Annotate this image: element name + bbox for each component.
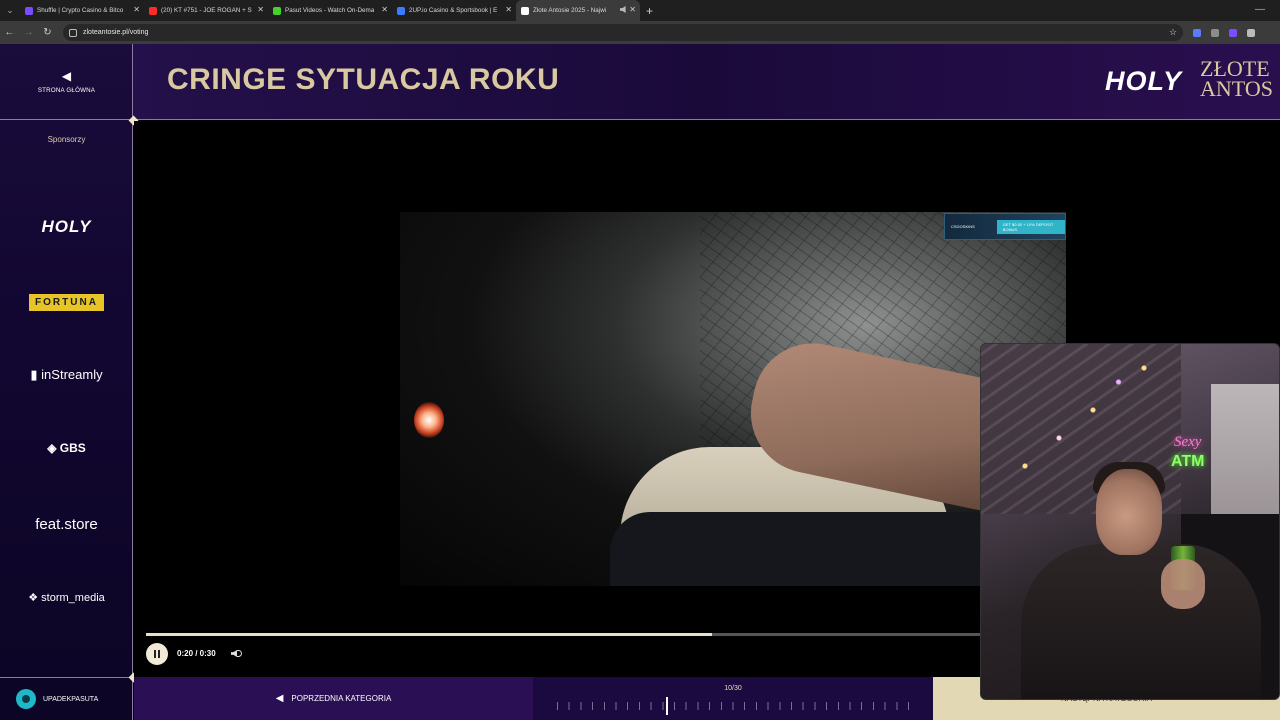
extension-shield-icon[interactable] [1193,28,1201,37]
tab-search-button[interactable]: ⌄ [0,0,20,21]
tab-title: Złote Antosie 2025 - Najwi [533,7,607,14]
site-info-icon[interactable] [69,28,77,37]
extensions-puzzle-icon[interactable] [1247,28,1255,37]
forward-button[interactable]: → [19,27,38,38]
back-button[interactable]: ← [0,27,19,38]
browser-tab[interactable]: Pasut Videos - Watch On-Dema ✕ [268,0,392,21]
category-progress: 10/30 [533,677,933,720]
close-tab-icon[interactable]: ✕ [257,5,264,14]
tab-favicon-icon [521,6,529,15]
username: UPADEKPASUTA [43,695,99,703]
video-progress-fill [146,633,713,636]
category-counter: 10/30 [724,685,742,692]
bookmark-star-icon[interactable]: ☆ [1169,27,1177,38]
sponsor-instreamly-text: inStreamly [41,367,103,382]
gbs-diamond-icon: ◈ [47,441,60,455]
user-profile[interactable]: UPADEKPASUTA [0,677,133,720]
webcam-neon-sign: Sexy ATM [1171,432,1204,472]
tab-favicon-icon [25,6,33,15]
webcam-person-head [1096,469,1162,555]
holy-logo: HOLY [1105,66,1182,96]
zlote-antosie-logo: ZŁOTE ANTOS [1200,58,1273,101]
category-header: CRINGE SYTUACJA ROKU HOLY ZŁOTE ANTOS [133,44,1280,120]
browser-tab[interactable]: (20) KT #751 - JOE ROGAN + S ✕ [144,0,268,21]
neon-line-2: ATM [1171,453,1205,470]
tab-favicon-icon [273,6,281,15]
minimize-window-button[interactable]: — [1255,4,1265,15]
webcam-person-torso [1021,544,1261,699]
sponsor-gbs-text: GBS [59,441,86,455]
browser-tab[interactable]: Shuffle | Crypto Casino & Bitco ✕ [20,0,144,21]
sponsor-holy-logo[interactable]: HOLY [0,217,133,237]
sponsors-heading: Sponsorzy [47,135,86,144]
tab-title: Shuffle | Crypto Casino & Bitco [37,7,124,14]
previous-category-button[interactable]: ◀ POPRZEDNIA KATEGORIA [134,677,533,720]
close-tab-icon[interactable]: ✕ [133,5,140,14]
url-text: zloteantosie.pl/voting [83,29,149,36]
tab-favicon-icon [149,6,157,15]
browser-tab[interactable]: Złote Antosie 2025 - Najwi ✕ [516,0,640,21]
browser-tab[interactable]: 2UP.io Casino & Sportsbook | E ✕ [392,0,516,21]
video-frame [400,212,1066,586]
ad-cta: GET $0.50 + 10% DEPOSIT BONUS [996,219,1065,234]
sponsor-fortuna-logo[interactable]: FORTUNA [0,292,133,311]
tab-favicon-icon [397,6,405,15]
streamer-webcam: Sexy ATM [980,343,1280,700]
avatar [16,689,36,709]
tab-strip: Shuffle | Crypto Casino & Bitco ✕ (20) KT … [20,0,640,21]
instreamly-mark-icon: ▮ [30,367,42,382]
video-light-source [414,402,444,438]
webcam-person-hand [1161,559,1205,609]
current-category-marker [666,697,669,715]
close-tab-icon[interactable]: ✕ [381,5,388,14]
video-progress-bar[interactable] [146,633,991,636]
category-ticks [557,702,909,710]
video-ad-banner[interactable]: CSGOSKINS GET $0.50 + 10% DEPOSIT BONUS [944,213,1066,240]
reload-button[interactable]: ↻ [38,27,57,38]
tab-audio-icon[interactable] [620,6,626,13]
new-tab-button[interactable]: + [646,4,653,18]
zlote-logo-line2: ANTOS [1200,76,1273,101]
tab-title: Pasut Videos - Watch On-Dema [285,7,375,14]
volume-icon[interactable] [231,649,242,658]
pause-button[interactable] [146,643,168,665]
ad-brand: CSGOSKINS [951,224,975,229]
sponsor-featstore-logo[interactable]: feat.store [0,516,133,533]
home-label: STRONA GŁÓWNA [37,87,96,94]
tab-title: (20) KT #751 - JOE ROGAN + S [161,7,252,14]
extension-pen-icon[interactable] [1211,28,1219,37]
video-time: 0:20 / 0:30 [177,649,216,658]
browser-tab-bar: ⌄ Shuffle | Crypto Casino & Bitco ✕ (20) K… [0,0,1280,21]
sidebar: ◀ STRONA GŁÓWNA Sponsorzy HOLY FORTUNA ▮… [0,44,133,720]
arrow-left-icon: ◀ [61,69,72,83]
video-dark-area [610,512,1010,586]
browser-toolbar: ← → ↻ zloteantosie.pl/voting ☆ [0,21,1280,44]
sponsor-stormmedia-text: storm_media [41,592,105,604]
storm-mark-icon: ❖ [28,592,42,604]
neon-line-1: Sexy [1173,434,1202,450]
arrow-left-icon: ◀ [275,693,284,704]
sponsor-gbs-logo[interactable]: ◈ GBS [0,441,133,455]
close-tab-icon[interactable]: ✕ [505,5,512,14]
url-bar[interactable]: zloteantosie.pl/voting ☆ [63,24,1183,41]
sponsor-stormmedia-logo[interactable]: ❖ storm_media [0,591,133,604]
page-title: CRINGE SYTUACJA ROKU [167,63,560,96]
extension-purple-icon[interactable] [1229,28,1237,37]
previous-category-label: POPRZEDNIA KATEGORIA [291,694,392,703]
home-button[interactable]: ◀ STRONA GŁÓWNA [0,44,133,120]
sponsor-instreamly-logo[interactable]: ▮ inStreamly [0,367,133,383]
close-tab-icon[interactable]: ✕ [629,5,636,14]
sponsor-fortuna-text: FORTUNA [29,294,104,311]
tab-title: 2UP.io Casino & Sportsbook | E [409,7,498,14]
